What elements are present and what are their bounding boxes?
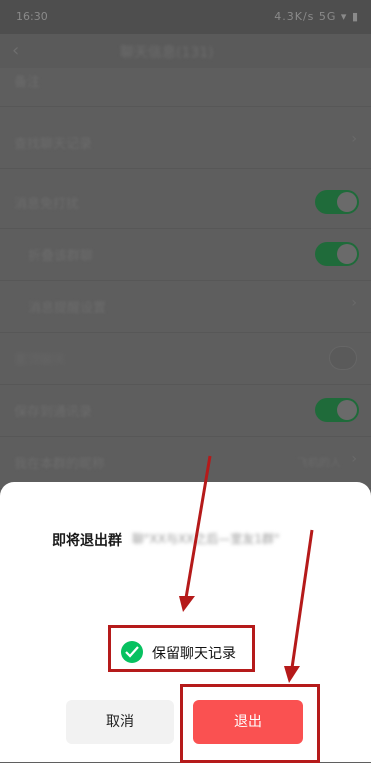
- annotation-arrowhead: [284, 666, 300, 683]
- annotation-arrows: [179, 455, 314, 683]
- annotation-arrowhead: [179, 596, 195, 612]
- annotation-arrow-line: [290, 529, 314, 669]
- annotation-arrow-line: [184, 455, 212, 599]
